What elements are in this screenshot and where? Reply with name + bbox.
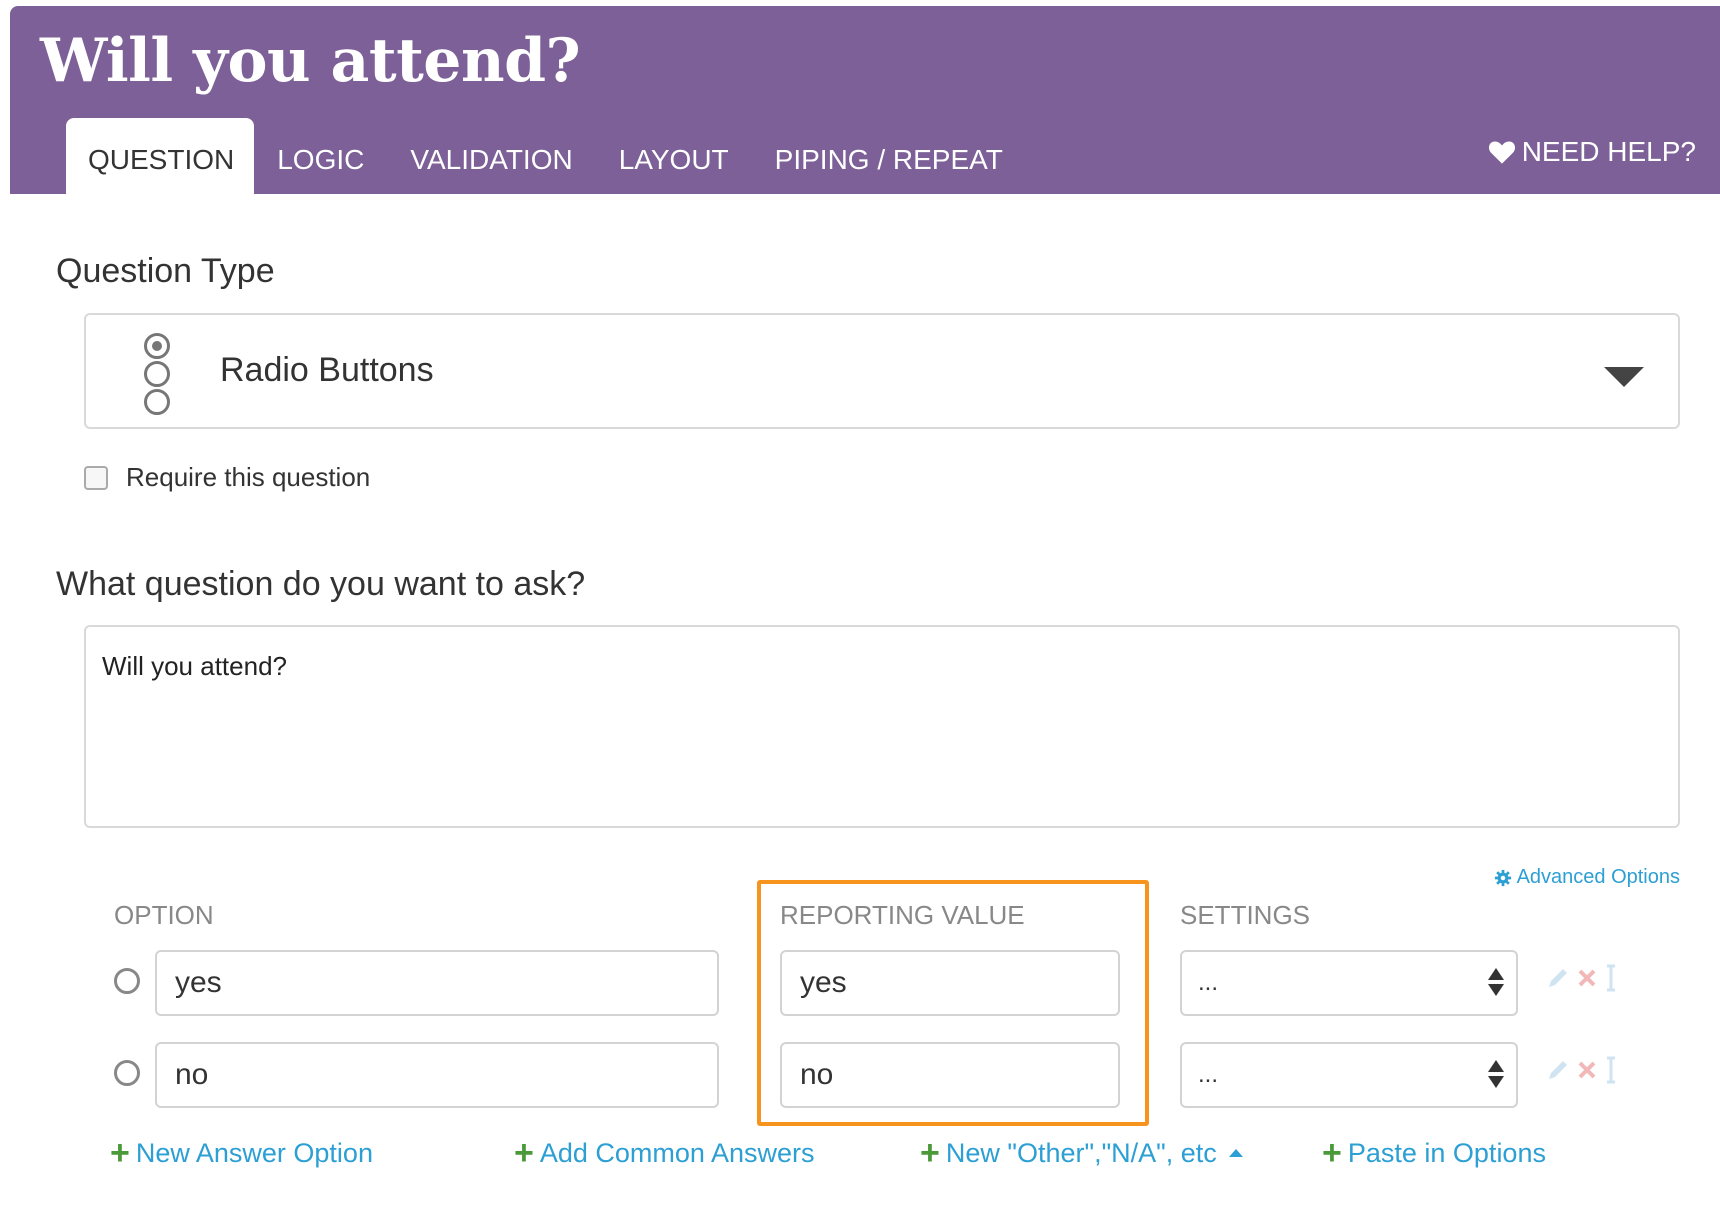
require-question-row: Require this question: [84, 462, 370, 493]
paste-in-options-link[interactable]: + Paste in Options: [1322, 1136, 1546, 1170]
settings-select-yes[interactable]: ...: [1180, 950, 1518, 1016]
tab-validation[interactable]: VALIDATION: [387, 118, 595, 194]
option-radio-icon: [114, 968, 140, 994]
pencil-icon[interactable]: [1546, 1058, 1570, 1087]
new-answer-option-link[interactable]: + New Answer Option: [110, 1136, 373, 1170]
plus-icon: +: [514, 1134, 534, 1172]
radio-buttons-icon: [144, 333, 172, 417]
question-editor-header: Will you attend? QUESTION LOGIC VALIDATI…: [10, 6, 1720, 194]
advanced-options-link[interactable]: Advanced Options: [1494, 866, 1680, 889]
drag-handle-icon[interactable]: [1604, 964, 1618, 997]
option-radio-icon: [114, 1060, 140, 1086]
row-actions: [1546, 964, 1618, 997]
need-help-label: NEED HELP?: [1521, 136, 1696, 167]
advanced-options-label: Advanced Options: [1516, 866, 1680, 888]
question-type-select[interactable]: Radio Buttons: [84, 313, 1680, 429]
add-common-answers-link[interactable]: + Add Common Answers: [514, 1136, 814, 1170]
drag-handle-icon[interactable]: [1604, 1056, 1618, 1089]
tab-piping-repeat[interactable]: PIPING / REPEAT: [752, 118, 1026, 194]
row-actions: [1546, 1056, 1618, 1089]
require-question-checkbox[interactable]: [84, 465, 108, 490]
need-help-link[interactable]: NEED HELP?: [1488, 136, 1696, 168]
question-title: Will you attend?: [40, 26, 581, 96]
plus-icon: +: [920, 1134, 940, 1172]
spinner-arrows-icon: [1488, 1060, 1504, 1088]
settings-value: ...: [1198, 969, 1219, 996]
tab-logic[interactable]: LOGIC: [254, 118, 387, 194]
paste-in-options-label: Paste in Options: [1347, 1137, 1546, 1168]
new-answer-option-label: New Answer Option: [135, 1137, 373, 1168]
tab-layout[interactable]: LAYOUT: [596, 118, 752, 194]
plus-icon: +: [110, 1134, 130, 1172]
tab-question[interactable]: QUESTION: [66, 118, 255, 194]
settings-column-header: SETTINGS: [1180, 900, 1311, 930]
settings-value: ...: [1198, 1061, 1219, 1088]
caret-up-icon: [1228, 1149, 1243, 1157]
pencil-icon[interactable]: [1546, 966, 1570, 995]
settings-select-no[interactable]: ...: [1180, 1042, 1518, 1108]
delete-icon[interactable]: [1576, 967, 1598, 994]
gear-icon: [1494, 869, 1511, 886]
heart-icon: [1488, 141, 1515, 164]
question-text-label: What question do you want to ask?: [56, 565, 586, 603]
question-text-input[interactable]: Will you attend?: [84, 625, 1680, 828]
spinner-arrows-icon: [1488, 968, 1504, 996]
question-type-label: Question Type: [56, 252, 275, 290]
new-other-na-link[interactable]: + New "Other","N/A", etc: [920, 1136, 1243, 1170]
plus-icon: +: [1322, 1134, 1342, 1172]
add-common-answers-label: Add Common Answers: [539, 1137, 815, 1168]
option-input-no[interactable]: no: [155, 1042, 719, 1108]
delete-icon[interactable]: [1576, 1059, 1598, 1086]
new-other-na-label: New "Other","N/A", etc: [945, 1137, 1217, 1168]
option-column-header: OPTION: [114, 900, 214, 930]
tab-bar: QUESTION LOGIC VALIDATION LAYOUT PIPING …: [66, 118, 1026, 194]
reporting-value-highlight-box: [757, 880, 1149, 1126]
chevron-down-icon: [1604, 367, 1644, 387]
require-question-label: Require this question: [126, 462, 371, 492]
question-type-value: Radio Buttons: [220, 351, 434, 389]
option-input-yes[interactable]: yes: [155, 950, 719, 1016]
